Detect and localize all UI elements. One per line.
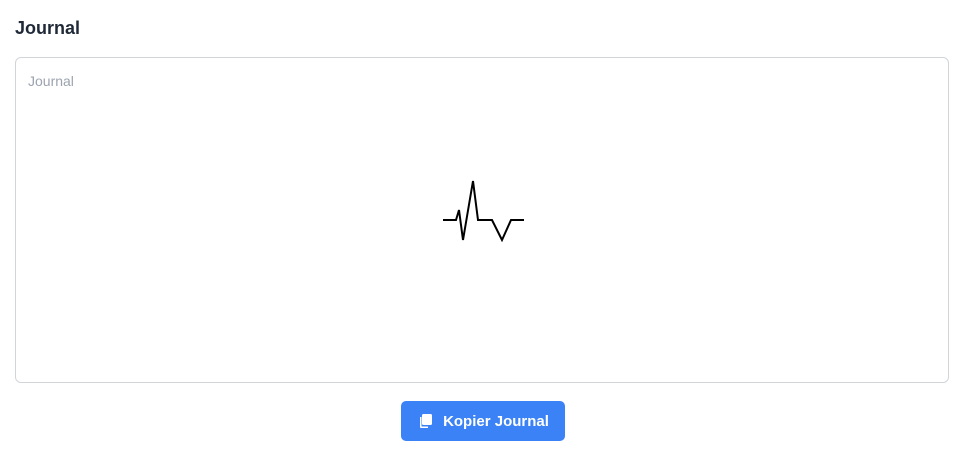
copy-journal-button[interactable]: Kopier Journal: [401, 401, 565, 441]
copy-icon: [420, 414, 433, 428]
journal-textarea[interactable]: Journal: [15, 57, 949, 383]
copy-journal-label: Kopier Journal: [443, 412, 549, 430]
page-title: Journal: [15, 18, 81, 38]
journal-placeholder: Journal: [28, 73, 74, 89]
heartbeat-pulse-icon: [443, 180, 524, 242]
